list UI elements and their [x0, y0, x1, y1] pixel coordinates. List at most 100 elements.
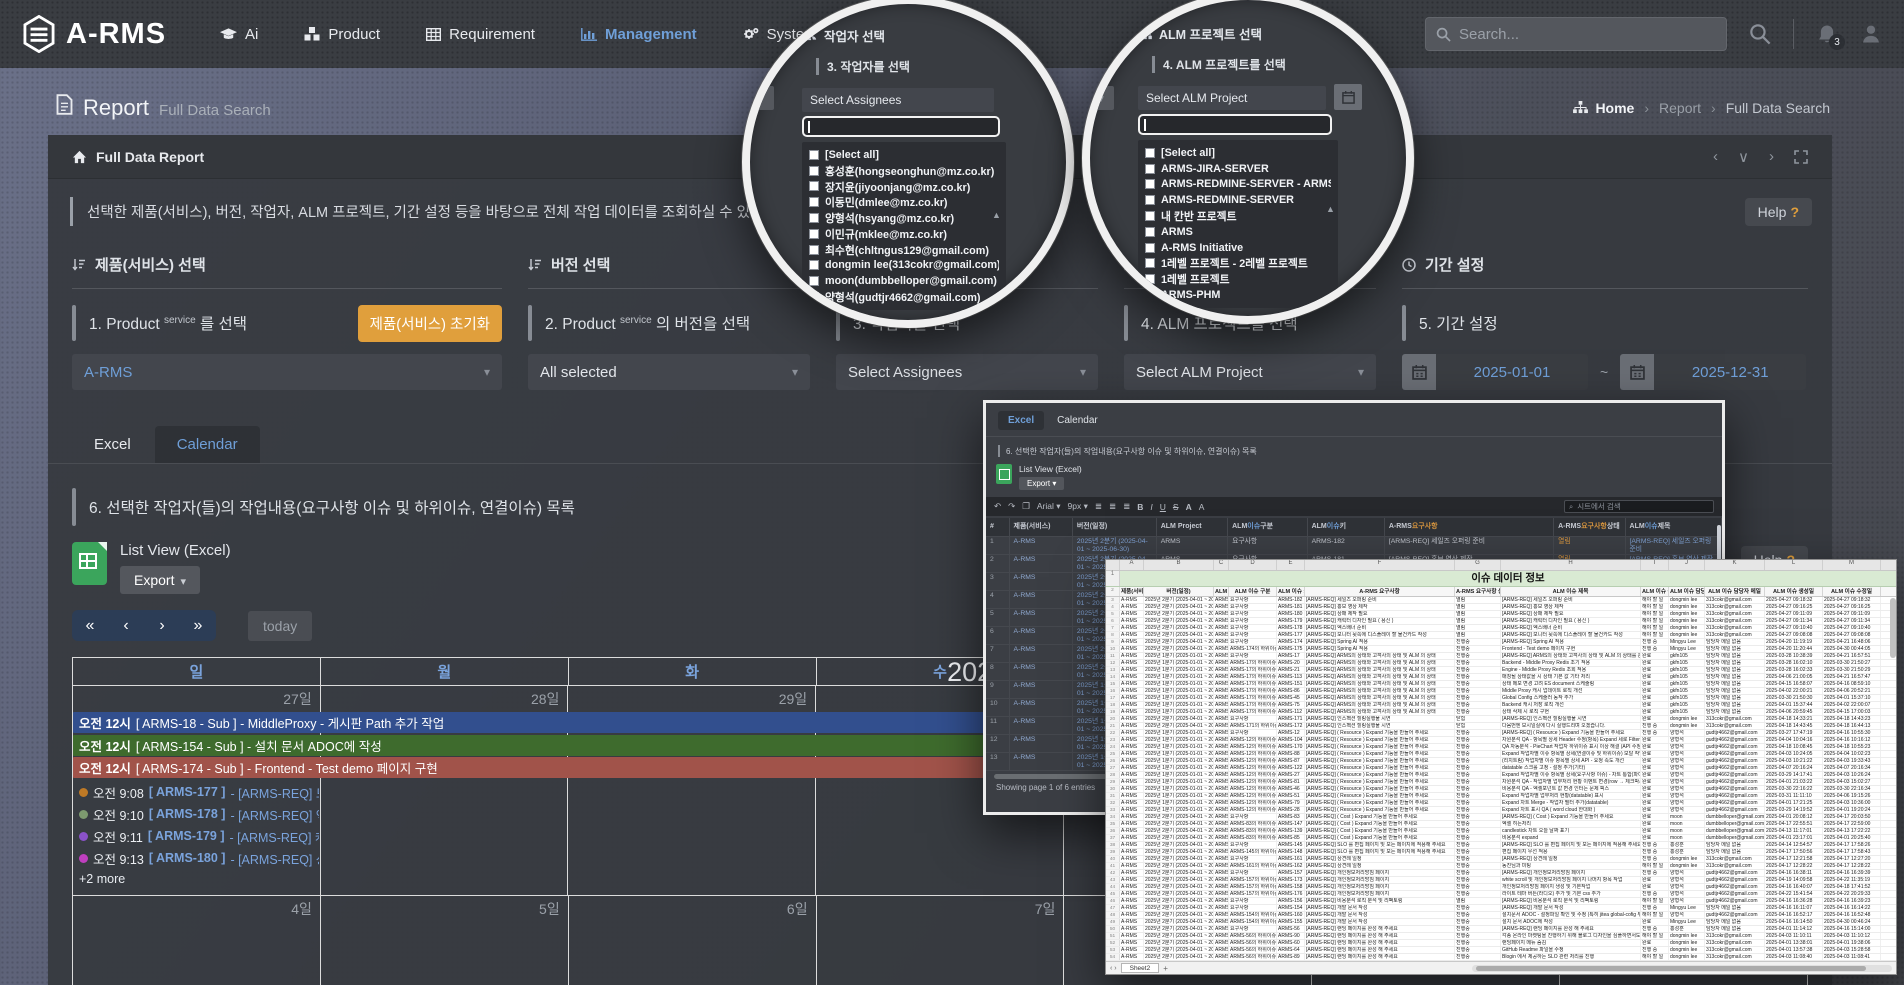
sheet-row[interactable]: 16A-RMS2025년 1분기 (2025-01-01 ~ 2025-03-3…	[1106, 688, 1896, 695]
nav-item-management[interactable]: Management	[581, 26, 697, 43]
column-letter[interactable]: C	[1214, 560, 1229, 570]
calendar-day-cell[interactable]: 7일	[817, 896, 1065, 985]
scroll-up-icon[interactable]: ▲	[992, 210, 1001, 220]
horizontal-scrollbar[interactable]	[1472, 965, 1892, 972]
sheet-row[interactable]: 14A-RMS2025년 1분기 (2025-01-01 ~ 2025-03-3…	[1106, 674, 1896, 681]
font-size-select[interactable]: 9px ▾	[1068, 501, 1088, 512]
redo-icon[interactable]: ↷	[1008, 501, 1015, 512]
sheet-row[interactable]: 42A-RMS2025년 2분기 (2025-04-01 ~ 2025-06-3…	[1106, 870, 1896, 877]
checkbox-icon[interactable]	[809, 213, 819, 223]
date-to-input[interactable]: 2025-12-31	[1620, 354, 1806, 390]
column-letter[interactable]: G	[1455, 560, 1501, 570]
column-letter[interactable]: H	[1501, 560, 1641, 570]
alm-project-option[interactable]: 1레벨 프로젝트	[1145, 271, 1331, 287]
tab-calendar[interactable]: Calendar	[1047, 411, 1108, 430]
sheet-row[interactable]: 46A-RMS2025년 2분기 (2025-04-01 ~ 2025-06-3…	[1106, 898, 1896, 905]
tab-excel[interactable]: Excel	[72, 426, 153, 463]
column-header[interactable]: 제품(서비스)	[1010, 518, 1073, 536]
alm-project-option[interactable]: A-RMS Initiative	[1145, 240, 1331, 256]
checkbox-icon[interactable]	[809, 245, 819, 255]
sheet-row[interactable]: 54A-RMS2025년 2분기 (2025-04-01 ~ 2025-06-3…	[1106, 954, 1896, 961]
checkbox-icon[interactable]	[1145, 179, 1155, 189]
alm-project-option[interactable]: ARMS-PHM	[1145, 287, 1331, 303]
export-button[interactable]: Export ▾	[1019, 477, 1064, 490]
column-header[interactable]: #	[986, 518, 1010, 536]
sheet-row[interactable]: 15A-RMS2025년 1분기 (2025-01-01 ~ 2025-03-3…	[1106, 681, 1896, 688]
tab-calendar[interactable]: Calendar	[155, 426, 260, 463]
sheet-row[interactable]: 41A-RMS2025년 2분기 (2025-04-01 ~ 2025-06-3…	[1106, 863, 1896, 870]
product-select[interactable]: A-RMS ▾	[72, 354, 502, 390]
checkbox-icon[interactable]	[809, 150, 819, 160]
more-events-link[interactable]: +2 more	[79, 872, 125, 886]
align-right-icon[interactable]: ≣	[1123, 501, 1130, 512]
strikethrough-button[interactable]: S	[1173, 502, 1179, 512]
sheet-row[interactable]: 39A-RMS2025년 2분기 (2025-04-01 ~ 2025-06-3…	[1106, 849, 1896, 856]
search-submit-icon[interactable]	[1749, 23, 1771, 45]
sheet-row[interactable]: 26A-RMS2025년 1분기 (2025-01-01 ~ 2025-03-3…	[1106, 758, 1896, 765]
undo-icon[interactable]: ↶	[994, 501, 1001, 512]
column-header[interactable]: ALM 이슈 제목	[1626, 518, 1722, 536]
align-center-icon[interactable]: ≣	[1109, 501, 1116, 512]
calendar-event-item[interactable]: 오전 9:11[ ARMS-179 ]- [ARMS-REQ] 캐릭터	[75, 826, 319, 846]
assignee-option[interactable]: [Select all]	[809, 147, 999, 163]
checkbox-icon[interactable]	[1145, 274, 1155, 284]
sheet-row[interactable]: 40A-RMS2025년 2분기 (2025-04-01 ~ 2025-06-3…	[1106, 856, 1896, 863]
panel-next-icon[interactable]: ›	[1769, 148, 1774, 165]
version-select[interactable]: All selected ▾	[528, 354, 810, 390]
vertical-scrollbar[interactable]	[1890, 598, 1896, 658]
help-button[interactable]: Help?	[1745, 198, 1812, 226]
assignee-option[interactable]: 장지윤(jiyoonjang@mz.co.kr)	[809, 179, 999, 195]
sheet-row[interactable]: 9A-RMS2025년 2분기 (2025-04-01 ~ 2025-06-30…	[1106, 639, 1896, 646]
sheet-row[interactable]: 34A-RMS2025년 2분기 (2025-04-01 ~ 2025-06-3…	[1106, 814, 1896, 821]
sheet-row[interactable]: 3A-RMS2025년 2분기 (2025-04-01 ~ 2025-06-30…	[1106, 597, 1896, 604]
checkbox-icon[interactable]	[809, 260, 819, 270]
sheet-search-input[interactable]: ⌕ 시트에서 검색	[1564, 500, 1714, 513]
checkbox-icon[interactable]	[809, 181, 819, 191]
calendar-event-item[interactable]: 오전 9:13[ ARMS-180 ]- [ARMS-REQ] 상패 제	[75, 848, 319, 868]
sheet-row[interactable]: 12A-RMS2025년 1분기 (2025-01-01 ~ 2025-03-3…	[1106, 660, 1896, 667]
column-letter[interactable]: E	[1277, 560, 1305, 570]
date-from-input[interactable]: 2025-01-01	[1402, 354, 1588, 390]
calendar-day-cell[interactable]: 5일	[321, 896, 569, 985]
sheet-row[interactable]: 44A-RMS2025년 2분기 (2025-04-01 ~ 2025-06-3…	[1106, 884, 1896, 891]
column-header[interactable]: 버전(일정)	[1073, 518, 1157, 536]
calendar-prev-year-button[interactable]: «	[72, 610, 108, 641]
assignee-option[interactable]: 이동민(dmlee@mz.co.kr)	[809, 194, 999, 210]
column-header[interactable]: ALM 이슈 키	[1308, 518, 1385, 536]
panel-prev-icon[interactable]: ‹	[1713, 148, 1718, 165]
sheet-row[interactable]: 7A-RMS2025년 2분기 (2025-04-01 ~ 2025-06-30…	[1106, 625, 1896, 632]
column-letter[interactable]: D	[1229, 560, 1277, 570]
scroll-up-icon[interactable]: ▲	[1326, 204, 1335, 214]
calendar-day-cell[interactable]: 4일	[73, 896, 321, 985]
column-letter[interactable]: F	[1305, 560, 1455, 570]
sheet-row[interactable]: 23A-RMS2025년 1분기 (2025-01-01 ~ 2025-03-3…	[1106, 737, 1896, 744]
calendar-next-year-button[interactable]: »	[180, 610, 216, 641]
column-letter[interactable]: J	[1669, 560, 1705, 570]
sheet-row[interactable]: 8A-RMS2025년 2분기 (2025-04-01 ~ 2025-06-30…	[1106, 632, 1896, 639]
sheet-row[interactable]: 30A-RMS2025년 1분기 (2025-01-01 ~ 2025-03-3…	[1106, 786, 1896, 793]
sheet-row[interactable]: 24A-RMS2025년 1분기 (2025-01-01 ~ 2025-03-3…	[1106, 744, 1896, 751]
checkbox-icon[interactable]	[1145, 243, 1155, 253]
calendar-prev-button[interactable]: ‹	[108, 610, 144, 641]
sheet-row[interactable]: 22A-RMS2025년 1분기 (2025-01-01 ~ 2025-03-3…	[1106, 730, 1896, 737]
sheet-row[interactable]: 11A-RMS2025년 1분기 (2025-01-01 ~ 2025-03-3…	[1106, 653, 1896, 660]
export-button[interactable]: Export▾	[120, 566, 200, 594]
column-letter[interactable]: B	[1144, 560, 1214, 570]
sheet-row[interactable]: 20A-RMS2025년 2분기 (2025-04-01 ~ 2025-06-3…	[1106, 716, 1896, 723]
breadcrumb-report[interactable]: Report	[1659, 100, 1701, 116]
alm-project-option[interactable]: 1레벨 프로젝트 - 2레벨 프로젝트	[1145, 256, 1331, 272]
sheet-row[interactable]: 53A-RMS2025년 2분기 (2025-04-01 ~ 2025-06-3…	[1106, 947, 1896, 954]
italic-button[interactable]: I	[1150, 502, 1152, 512]
tab-excel[interactable]: Excel	[998, 411, 1044, 430]
breadcrumb-home[interactable]: Home	[1573, 100, 1634, 116]
checkbox-icon[interactable]	[809, 292, 819, 302]
sheet-row[interactable]: 28A-RMS2025년 1분기 (2025-01-01 ~ 2025-03-3…	[1106, 772, 1896, 779]
sheet-row[interactable]: 17A-RMS2025년 1분기 (2025-01-01 ~ 2025-03-3…	[1106, 695, 1896, 702]
assignee-option[interactable]: moon(dumbbelloper@gmail.com)	[809, 273, 999, 289]
add-sheet-button[interactable]: +	[1163, 964, 1168, 973]
column-header[interactable]: A-RMS 요구사항	[1385, 518, 1554, 536]
nav-item-product[interactable]: Product	[304, 26, 380, 43]
align-left-icon[interactable]: ≣	[1095, 501, 1102, 512]
checkbox-icon[interactable]	[809, 276, 819, 286]
sheet-row[interactable]: 10A-RMS2025년 2분기 (2025-04-01 ~ 2025-06-3…	[1106, 646, 1896, 653]
